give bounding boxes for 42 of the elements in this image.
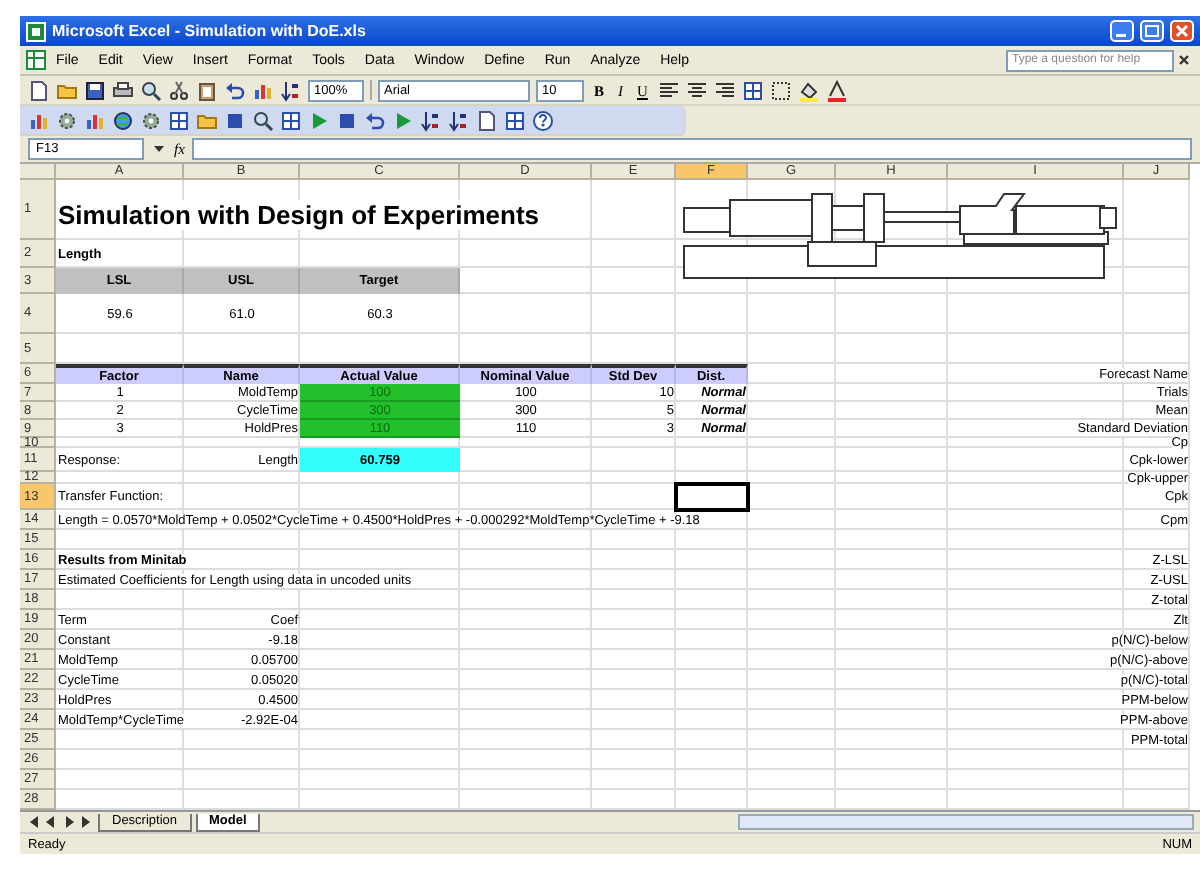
align-right-icon[interactable] <box>713 79 736 101</box>
document-icon[interactable] <box>476 109 498 131</box>
fill-color-icon[interactable] <box>797 79 820 101</box>
bar-chart-icon[interactable] <box>28 109 50 131</box>
sort-icon[interactable] <box>448 109 470 131</box>
align-left-icon[interactable] <box>657 79 680 101</box>
grid-icon[interactable] <box>741 79 764 101</box>
close-icon[interactable] <box>1174 50 1194 70</box>
gear-icon[interactable] <box>56 109 78 131</box>
magnifier-icon[interactable] <box>252 109 274 131</box>
align-center-icon[interactable] <box>685 79 708 101</box>
sort-icon[interactable] <box>420 109 442 131</box>
app-icon <box>26 21 46 41</box>
grid-icon[interactable] <box>280 109 302 131</box>
horizontal-scrollbar[interactable] <box>738 814 1194 830</box>
minimize-icon[interactable] <box>1110 20 1134 42</box>
maximize-icon[interactable] <box>1140 20 1164 42</box>
magnifier-icon[interactable] <box>140 79 162 101</box>
globe-icon[interactable] <box>112 109 134 131</box>
borders-icon[interactable] <box>769 79 792 101</box>
window-title: Microsoft Excel - Simulation with DoE.xls <box>52 22 366 40</box>
selected-cell[interactable] <box>676 484 748 510</box>
undo-icon[interactable] <box>224 79 246 101</box>
stop-icon[interactable] <box>336 109 358 131</box>
grid-icon[interactable] <box>168 109 190 131</box>
bar-chart-icon[interactable] <box>84 109 106 131</box>
undo-icon[interactable] <box>364 109 386 131</box>
sheet-icon[interactable] <box>26 50 46 70</box>
font-color-icon[interactable] <box>825 79 848 101</box>
scissors-icon[interactable] <box>168 79 190 101</box>
grid-icon[interactable] <box>504 109 526 131</box>
caret-icon[interactable] <box>152 142 166 156</box>
sheet-title: Simulation with Design of Experiments <box>58 200 540 230</box>
close-icon[interactable] <box>1170 20 1194 42</box>
stop-icon[interactable] <box>224 109 246 131</box>
clipboard-icon[interactable] <box>196 79 218 101</box>
help-icon[interactable] <box>532 109 554 131</box>
formula-field[interactable] <box>192 138 1192 160</box>
printer-icon[interactable] <box>112 79 134 101</box>
bar-chart-icon[interactable] <box>252 79 274 101</box>
sort-icon[interactable] <box>280 79 302 101</box>
gear-icon[interactable] <box>140 109 162 131</box>
